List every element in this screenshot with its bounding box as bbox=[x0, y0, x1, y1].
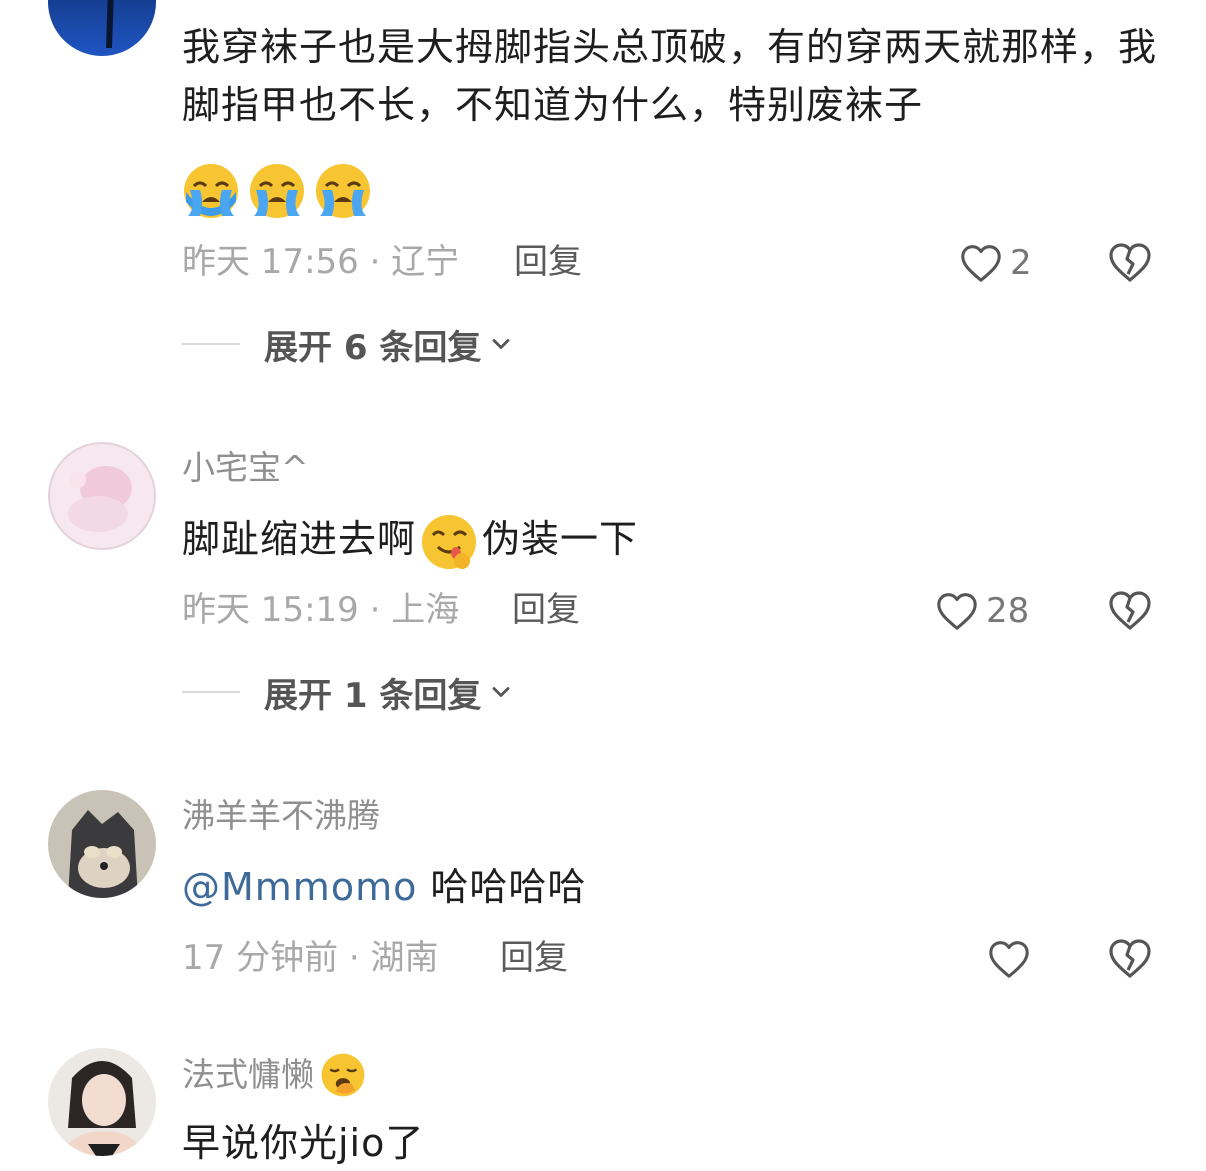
like-button[interactable]: 2 bbox=[958, 238, 1032, 288]
broken-heart-icon bbox=[1109, 939, 1151, 978]
broken-heart-icon bbox=[1109, 591, 1151, 630]
comment-meta: 17 分钟前 · 湖南 bbox=[182, 938, 439, 978]
avatar[interactable] bbox=[48, 0, 156, 56]
expand-replies-label: 展开 6 条回复 bbox=[264, 327, 482, 368]
chevron-down-icon bbox=[492, 687, 510, 697]
heart-outline-icon bbox=[937, 593, 977, 630]
dislike-button[interactable] bbox=[1106, 934, 1156, 984]
like-button[interactable]: 28 bbox=[934, 586, 1029, 636]
expand-replies-button[interactable]: 展开 6 条回复 bbox=[182, 322, 515, 368]
like-count: 28 bbox=[986, 591, 1030, 631]
username[interactable]: 法式慵懒 bbox=[182, 1052, 366, 1098]
comment-meta: 昨天 17:56 · 辽宁 bbox=[182, 242, 460, 282]
avatar[interactable] bbox=[48, 790, 156, 898]
reply-button[interactable]: 回复 bbox=[512, 588, 580, 632]
like-button[interactable] bbox=[986, 934, 1038, 984]
reply-button[interactable]: 回复 bbox=[514, 240, 582, 284]
comment-meta: 昨天 15:19 · 上海 bbox=[182, 590, 460, 630]
mention-link[interactable]: @Mmmomo bbox=[182, 865, 417, 909]
broken-heart-icon bbox=[1109, 243, 1151, 282]
dislike-button[interactable] bbox=[1106, 238, 1156, 288]
divider bbox=[182, 343, 240, 345]
reply-button[interactable]: 回复 bbox=[500, 936, 568, 980]
comment-text: @Mmmomo 哈哈哈哈 bbox=[182, 865, 587, 909]
expand-replies-button[interactable]: 展开 1 条回复 bbox=[182, 670, 515, 716]
comment-text: 早说你光jio了 bbox=[182, 1121, 425, 1165]
crying-face-emoji bbox=[248, 162, 306, 220]
like-count: 2 bbox=[1010, 243, 1032, 283]
chevron-down-icon bbox=[492, 339, 510, 349]
username[interactable]: 沸羊羊不沸腾 bbox=[182, 794, 380, 838]
comment-text: 我穿袜子也是大拇脚指头总顶破，有的穿两天就那样，我脚指甲也不长，不知道为什么，特… bbox=[182, 25, 1158, 127]
comment-text: 脚趾缩进去啊 伪装一下 bbox=[182, 510, 1172, 571]
yum-face-emoji bbox=[420, 513, 478, 571]
username[interactable]: 小宅宝^ bbox=[182, 446, 309, 490]
yawning-face-emoji bbox=[320, 1052, 366, 1098]
heart-outline-icon bbox=[961, 245, 1001, 282]
emoji-row bbox=[182, 162, 372, 220]
heart-outline-icon bbox=[989, 941, 1029, 978]
crying-face-emoji bbox=[314, 162, 372, 220]
crying-face-emoji bbox=[182, 162, 240, 220]
avatar[interactable] bbox=[48, 1048, 156, 1156]
divider bbox=[182, 691, 240, 693]
dislike-button[interactable] bbox=[1106, 586, 1156, 636]
expand-replies-label: 展开 1 条回复 bbox=[264, 675, 482, 716]
avatar[interactable] bbox=[48, 442, 156, 550]
